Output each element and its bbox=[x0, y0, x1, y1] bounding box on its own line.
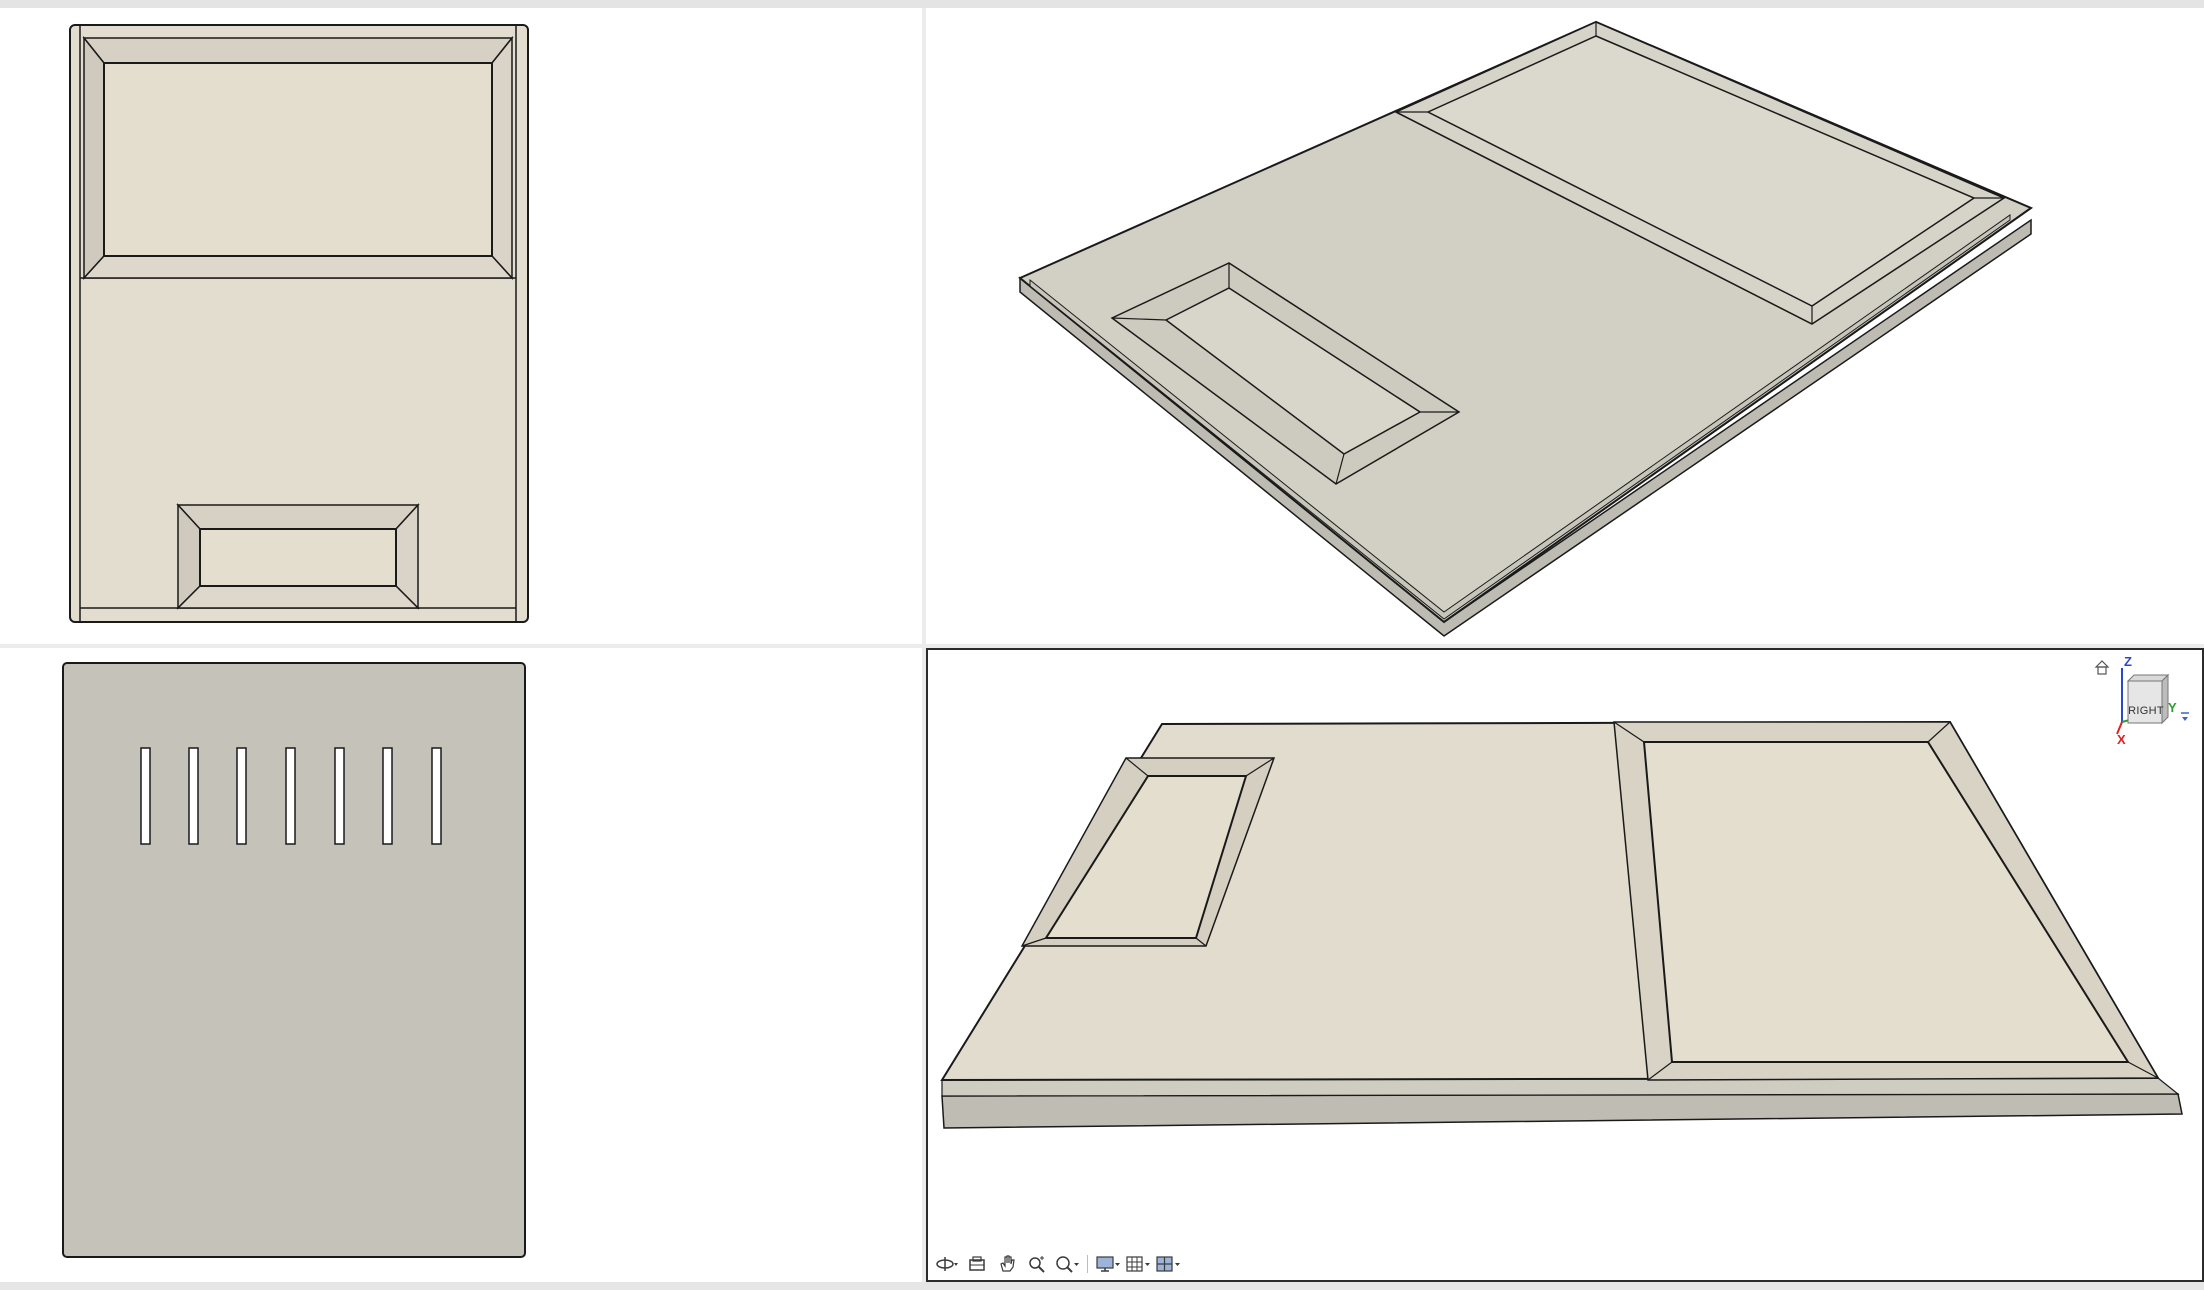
orbit-icon bbox=[936, 1257, 958, 1271]
status-strip bbox=[0, 1282, 2204, 1290]
viewports-button[interactable] bbox=[1155, 1252, 1181, 1276]
viewport-isometric-view[interactable] bbox=[926, 8, 2204, 644]
viewcube-face-label[interactable]: RIGHT bbox=[2124, 705, 2168, 717]
zoom-icon bbox=[1029, 1256, 1045, 1273]
toolbar-separator bbox=[1087, 1255, 1088, 1273]
isometric-model bbox=[1018, 20, 2034, 637]
pan-hand-icon bbox=[1000, 1255, 1015, 1272]
fit-button[interactable] bbox=[1054, 1252, 1080, 1276]
axis-x-label: X bbox=[2117, 732, 2126, 747]
axis-y-label: Y bbox=[2168, 700, 2177, 715]
viewport-top-view[interactable] bbox=[0, 8, 922, 644]
top-view-model bbox=[69, 24, 529, 623]
viewport-active-right-view[interactable] bbox=[926, 648, 2204, 1282]
look-at-icon bbox=[969, 1256, 985, 1271]
pan-button[interactable] bbox=[994, 1252, 1020, 1276]
zoom-window-icon bbox=[1056, 1256, 1079, 1273]
grid-icon bbox=[1126, 1256, 1150, 1272]
zoom-button[interactable] bbox=[1024, 1252, 1050, 1276]
home-icon[interactable] bbox=[2094, 660, 2110, 675]
axis-z-label: Z bbox=[2124, 654, 2132, 669]
display-settings-button[interactable] bbox=[1095, 1252, 1121, 1276]
viewports-icon bbox=[1156, 1256, 1180, 1272]
look-at-button[interactable] bbox=[964, 1252, 990, 1276]
navigation-toolbar bbox=[934, 1251, 1181, 1277]
viewport-bottom-view[interactable] bbox=[0, 648, 922, 1282]
top-strip bbox=[0, 0, 2204, 8]
bottom-view-model bbox=[62, 662, 526, 1258]
right-view-model bbox=[940, 720, 2183, 1129]
display-settings-icon bbox=[1096, 1256, 1120, 1272]
orbit-tool-button[interactable] bbox=[934, 1252, 960, 1276]
viewcube-menu-icon[interactable] bbox=[2181, 712, 2189, 721]
grid-and-snaps-button[interactable] bbox=[1125, 1252, 1151, 1276]
